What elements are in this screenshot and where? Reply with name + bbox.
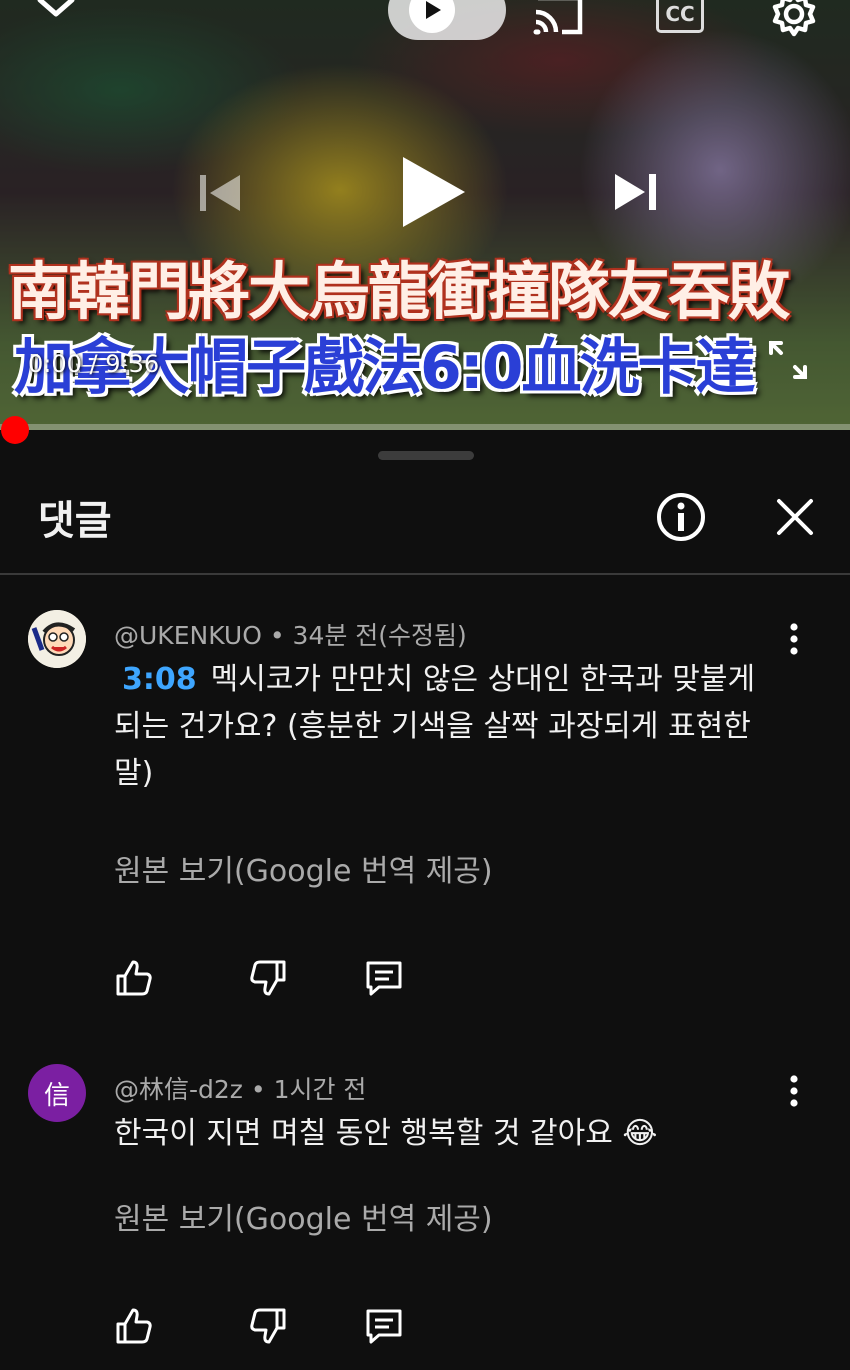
comment-time: 34분 전(수정됨) xyxy=(292,621,467,650)
captions-icon[interactable]: CC xyxy=(652,0,708,36)
comment-text: 3:08 멕시코가 만만치 않은 상대인 한국과 맞붙게 되는 건가요? (흥분한… xyxy=(114,656,774,797)
thumbs-up-icon[interactable] xyxy=(110,1302,158,1350)
cast-icon[interactable] xyxy=(528,0,588,40)
panel-title: 댓글 xyxy=(38,498,112,544)
avatar-letter: 信 xyxy=(43,1080,70,1111)
cc-label: CC xyxy=(665,2,695,26)
video-title-line1: 南韓門將大烏龍衝撞隊友吞敗 xyxy=(8,255,790,328)
see-original-link[interactable]: 원본 보기(Google 번역 제공) xyxy=(114,1194,493,1238)
avatar[interactable] xyxy=(28,610,86,668)
comment-body: 한국이 지면 며칠 동안 행복할 것 같아요 😂 xyxy=(114,1116,658,1151)
reply-icon[interactable] xyxy=(360,954,408,1002)
play-icon xyxy=(409,0,455,33)
thumbs-up-icon[interactable] xyxy=(110,954,158,1002)
see-original-link[interactable]: 원본 보기(Google 번역 제공) xyxy=(114,846,493,890)
comment-actions xyxy=(110,954,430,1002)
fullscreen-icon[interactable] xyxy=(760,332,816,388)
thumbs-down-icon[interactable] xyxy=(244,954,292,1002)
comment-author[interactable]: @UKENKUO xyxy=(114,621,262,650)
comment-time: 1시간 전 xyxy=(273,1075,367,1104)
divider xyxy=(0,573,850,575)
time-label: 0:00 / 9:36 xyxy=(28,350,160,378)
play-icon[interactable] xyxy=(392,152,472,232)
comment-actions xyxy=(110,1302,430,1350)
drag-handle[interactable] xyxy=(378,451,474,460)
previous-icon[interactable] xyxy=(192,165,248,221)
thumbs-down-icon[interactable] xyxy=(244,1302,292,1350)
info-icon[interactable] xyxy=(654,490,708,544)
comment-body: 멕시코가 만만치 않은 상대인 한국과 맞붙게 되는 건가요? (흥분한 기색을… xyxy=(114,662,756,791)
comment-meta: @林信-d2z • 1시간 전 xyxy=(114,1070,366,1106)
comment-meta: @UKENKUO • 34분 전(수정됨) xyxy=(114,616,467,652)
more-options-icon[interactable] xyxy=(776,1066,812,1116)
chevron-down-icon[interactable] xyxy=(30,0,82,28)
progress-scrubber[interactable] xyxy=(1,416,29,444)
settings-icon[interactable] xyxy=(764,0,824,42)
meta-separator: • xyxy=(250,1075,266,1104)
close-icon[interactable] xyxy=(768,490,822,544)
more-options-icon[interactable] xyxy=(776,614,812,664)
reply-icon[interactable] xyxy=(360,1302,408,1350)
timestamp-link[interactable]: 3:08 xyxy=(122,662,197,697)
comment-author[interactable]: @林信-d2z xyxy=(114,1075,243,1104)
avatar[interactable]: 信 xyxy=(28,1064,86,1122)
video-player[interactable]: CC 南韓門將大烏龍衝撞隊友吞敗 加拿大帽子戲法6:0血洗卡達 0:00 / 9… xyxy=(0,0,850,430)
autoplay-toggle[interactable] xyxy=(388,0,506,40)
next-icon[interactable] xyxy=(604,160,668,224)
meta-separator: • xyxy=(269,621,285,650)
progress-bar[interactable] xyxy=(0,424,850,430)
